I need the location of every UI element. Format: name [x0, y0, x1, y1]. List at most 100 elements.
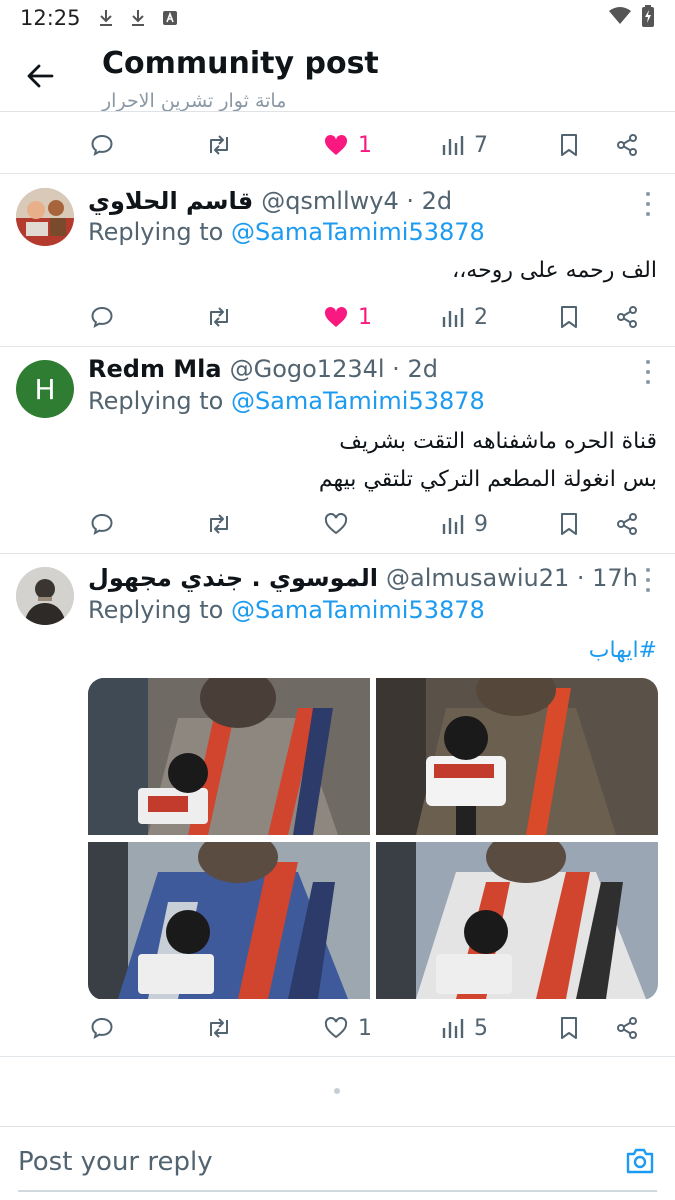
heart-filled-icon [324, 134, 348, 155]
loading-indicator [334, 1088, 340, 1094]
reply-input[interactable]: Post your reply [18, 1147, 213, 1177]
community-name: ماتة ثوار تشرين الاحرار [102, 90, 287, 112]
repost-button[interactable] [206, 998, 232, 1058]
post-text: قناة الحره ماشفناهه التقت بشريف بس انغول… [319, 423, 657, 499]
replying-to: Replying to @SamaTamimi53878 [88, 218, 485, 246]
share-button[interactable] [615, 998, 639, 1058]
share-icon [617, 134, 637, 156]
post-text: الف رحمه على روحه،، [452, 252, 657, 290]
download-icon [127, 7, 149, 29]
comment-icon [91, 306, 113, 328]
reply-input-underline [18, 1190, 657, 1192]
replying-to: Replying to @SamaTamimi53878 [88, 387, 485, 415]
avatar-letter: H [34, 372, 56, 406]
post-actions: 9 [0, 494, 675, 554]
bookmark-icon [561, 1017, 577, 1039]
views-button[interactable]: 2 [442, 287, 488, 347]
reply-button[interactable] [90, 115, 114, 175]
author-name[interactable]: الموسوي . جندي مجهول [88, 564, 378, 592]
repost-button[interactable] [206, 494, 232, 554]
analytics-icon [442, 136, 464, 155]
post-actions: 1 2 [0, 287, 675, 347]
post-header: Redm Mla @Gogo1234l · 2d [88, 352, 631, 386]
author-name[interactable]: Redm Mla [88, 355, 222, 383]
divider [0, 1056, 675, 1057]
reply-composer: Post your reply [0, 1126, 675, 1200]
reply-post[interactable]: H Redm Mla @Gogo1234l · 2d Replying to @… [0, 347, 675, 553]
camera-button[interactable] [625, 1147, 655, 1177]
view-count: 9 [474, 511, 488, 537]
replying-label: Replying to [88, 596, 231, 624]
analytics-icon [442, 1019, 464, 1038]
media-image[interactable] [376, 842, 658, 999]
repost-button[interactable] [206, 287, 232, 347]
repost-button[interactable] [206, 115, 232, 175]
repost-icon [210, 135, 228, 155]
reply-button[interactable] [90, 287, 114, 347]
repost-icon [210, 514, 228, 534]
author-handle: @almusawiu21 · 17h [386, 564, 638, 592]
post-text-line: الف رحمه على روحه،، [452, 258, 657, 283]
more-options-button[interactable] [643, 360, 653, 384]
media-image[interactable] [88, 842, 370, 999]
view-count: 5 [474, 1015, 488, 1041]
share-button[interactable] [615, 287, 639, 347]
bookmark-icon [561, 134, 577, 156]
share-button[interactable] [615, 115, 639, 175]
post-header: الموسوي . جندي مجهول @almusawiu21 · 17h [88, 561, 638, 595]
like-button[interactable]: 1 [324, 115, 372, 175]
author-name[interactable]: قاسم الحلاوي [88, 187, 253, 215]
like-button[interactable] [324, 494, 358, 554]
view-count: 2 [474, 304, 488, 330]
bookmark-button[interactable] [559, 287, 579, 347]
author-handle: @Gogo1234l · 2d [229, 355, 438, 383]
avatar[interactable]: H [16, 360, 74, 418]
media-image[interactable] [88, 678, 370, 835]
like-count: 1 [358, 304, 372, 330]
more-options-button[interactable] [643, 192, 653, 216]
post-header: قاسم الحلاوي @qsmllwy4 · 2d [88, 184, 631, 218]
replying-to: Replying to @SamaTamimi53878 [88, 596, 485, 624]
media-image[interactable] [376, 678, 658, 835]
analytics-icon [442, 308, 464, 327]
post-text: #ايهاب [589, 632, 657, 670]
share-icon [617, 513, 637, 535]
mention-link[interactable]: @SamaTamimi53878 [231, 387, 485, 415]
replying-label: Replying to [88, 218, 231, 246]
arrow-left-icon [27, 64, 54, 88]
hashtag-link[interactable]: #ايهاب [589, 638, 657, 663]
views-button[interactable]: 9 [442, 494, 488, 554]
battery-icon [641, 4, 655, 32]
download-icon [95, 7, 117, 29]
avatar[interactable] [16, 567, 74, 625]
bookmark-button[interactable] [559, 494, 579, 554]
mention-link[interactable]: @SamaTamimi53878 [231, 218, 485, 246]
analytics-icon [442, 515, 464, 534]
media-grid [88, 678, 658, 1000]
share-button[interactable] [615, 494, 639, 554]
reply-button[interactable] [90, 998, 114, 1058]
app-header: Community post ماتة ثوار تشرين الاحرار [0, 36, 675, 112]
status-time: 12:25 [20, 6, 81, 30]
mention-link[interactable]: @SamaTamimi53878 [231, 596, 485, 624]
views-button[interactable]: 7 [442, 115, 488, 175]
back-button[interactable] [20, 56, 60, 96]
views-button[interactable]: 5 [442, 998, 488, 1058]
author-handle: @qsmllwy4 · 2d [261, 187, 453, 215]
bookmark-icon [561, 513, 577, 535]
bookmark-button[interactable] [559, 115, 579, 175]
bookmark-button[interactable] [559, 998, 579, 1058]
avatar[interactable] [16, 188, 74, 246]
reply-button[interactable] [90, 494, 114, 554]
like-button[interactable]: 1 [324, 287, 372, 347]
comment-icon [91, 1017, 113, 1039]
like-count: 1 [358, 1015, 372, 1041]
more-options-button[interactable] [643, 568, 653, 592]
bookmark-icon [561, 306, 577, 328]
like-button[interactable]: 1 [324, 998, 372, 1058]
reply-post[interactable]: قاسم الحلاوي @qsmllwy4 · 2d Replying to … [0, 174, 675, 346]
heart-outline-icon [324, 1017, 348, 1039]
share-icon [617, 306, 637, 328]
heart-filled-icon [324, 306, 348, 327]
app-notification-icon [159, 7, 181, 29]
